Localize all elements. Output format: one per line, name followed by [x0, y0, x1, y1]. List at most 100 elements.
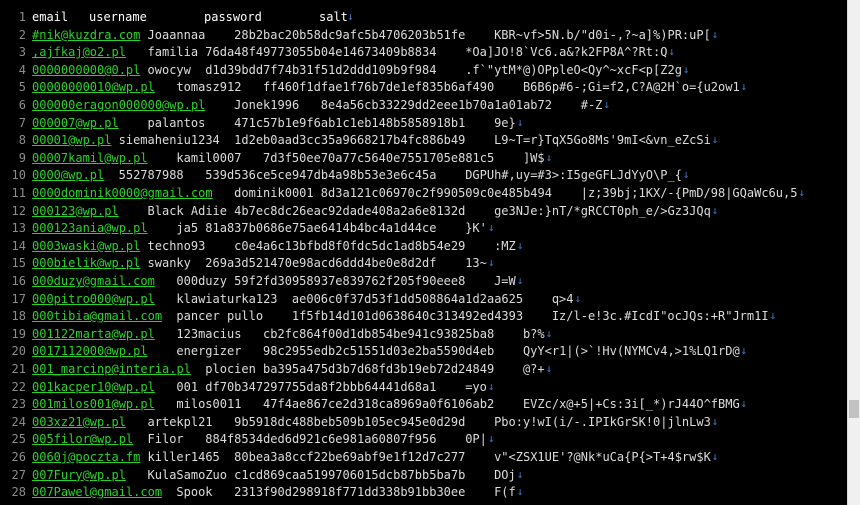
username-cell: siemaheniu1234 — [118, 133, 220, 148]
table-row[interactable]: 15 000bielik@wp.pl swanky 269a3d521470e98ac… — [0, 254, 848, 272]
tab-arrow-icon: ↓ — [347, 10, 354, 23]
table-row[interactable]: 12 000123@wp.pl Black Adiie 4b7ec8dc26eac92… — [0, 202, 848, 220]
email-link[interactable]: 000duzy@gmail.com — [32, 272, 155, 290]
salt-cell: v"<ZSX1UE'?@Nk*uCa{P{>T+4$rw$K — [494, 450, 711, 464]
table-row[interactable]: 20 0017112000@wp.pl energizer 98c2955edb2c5… — [0, 342, 848, 360]
email-link[interactable]: 000123ania@wp.pl — [32, 219, 148, 237]
email-link[interactable]: 0000dominik0000@gmail.com — [32, 184, 213, 202]
line-number: 22 — [11, 379, 26, 394]
email-link[interactable]: 0003waski@wp.pl — [32, 237, 140, 255]
line-number: 28 — [11, 485, 26, 500]
table-row[interactable]: 22 001kacper10@wp.pl 001 df70b347297755da8f… — [0, 378, 848, 396]
line-number: 18 — [11, 309, 26, 324]
text-editor[interactable]: 1 email username password salt ↓ 2 #nik@kuzdra.… — [0, 0, 848, 505]
password-hash-cell: 81a837b0686e75ae6414b4bc4a1d44ce — [205, 221, 437, 236]
email-link[interactable]: 0017112000@wp.pl — [32, 342, 148, 360]
table-row[interactable]: 3 ,ajfkaj@o2.pl familia 76da48f49773055b04e… — [0, 43, 848, 61]
username-cell: swanky — [147, 256, 191, 271]
line-number: 12 — [11, 203, 26, 218]
password-hash-cell: 80bea3a8ccf22be69abf9e1f12d7c277 — [234, 450, 466, 464]
email-link[interactable]: 000bielik@wp.pl — [32, 254, 140, 272]
email-link[interactable]: 0000000000@0.pl — [32, 61, 140, 79]
tab-arrow-icon: ↓ — [574, 291, 582, 305]
table-row[interactable]: 10 0000@wp.pl 552787988 539d536ce5ce947db4a… — [0, 166, 848, 184]
line-number: 10 — [11, 168, 26, 183]
table-row[interactable]: 26 0060j@poczta.fm killer1465 80bea3a8ccf22… — [0, 448, 848, 466]
salt-cell: *Oa]JO!8`Vc6.a&?k2FP8A^?Rt:Q — [465, 45, 668, 60]
line-number: 23 — [11, 397, 26, 412]
salt-cell: ge3NJe:}nT/*gRCCT0ph_e/>Gz3JQq — [494, 203, 711, 218]
password-hash-cell: 884f8534ded6d921c6e981a60807f956 — [205, 432, 437, 447]
email-link[interactable]: 0000@wp.pl — [32, 166, 104, 184]
table-row[interactable]: 25 005filor@wp.pl Filor 884f8534ded6d921c6e… — [0, 430, 848, 448]
vertical-scrollbar[interactable] — [847, 0, 860, 505]
salt-cell: DOj — [494, 467, 516, 482]
email-link[interactable]: 000000eragon000000@wp.pl — [32, 96, 205, 114]
line-number: 17 — [11, 291, 26, 306]
line-number: 7 — [18, 115, 26, 130]
email-link[interactable]: 001_marcinp@interia.pl — [32, 360, 191, 378]
email-link[interactable]: 001kacper10@wp.pl — [32, 378, 155, 396]
email-link[interactable]: 000tibia@gmail.com — [32, 307, 162, 325]
password-hash-cell: 8e4a56cb33229dd2eee1b70a1a01ab72 — [320, 98, 552, 112]
username-cell: owocyw — [147, 62, 191, 77]
table-row[interactable]: 2 #nik@kuzdra.com Joaannaa 28b2bac20b58dc9a… — [0, 26, 848, 44]
email-link[interactable]: 001milos001@wp.pl — [32, 395, 155, 413]
email-link[interactable]: 00007kamil@wp.pl — [32, 149, 148, 167]
password-hash-cell: cb2fc864f00d1db854be941c93825ba8 — [263, 326, 495, 341]
email-link[interactable]: 001122marta@wp.pl — [32, 325, 155, 343]
table-row[interactable]: 11 0000dominik0000@gmail.com dominik0001 8d… — [0, 184, 848, 202]
table-row[interactable]: 4 0000000000@0.pl owocyw d1d39bdd7f74b31f51… — [0, 61, 848, 79]
email-link[interactable]: 000123@wp.pl — [32, 202, 119, 220]
salt-cell: B6B6p#6-;Gi=f2,C?A@2H`o={u2ow1 — [522, 80, 740, 95]
email-link[interactable]: 00001@wp.pl — [32, 131, 111, 149]
table-row[interactable]: 6 000000eragon000000@wp.pl Jonek1996 8e4a56… — [0, 96, 848, 114]
tab-arrow-icon: ↓ — [516, 115, 524, 129]
username-cell: techno93 — [147, 238, 206, 253]
username-cell: pancer pullo — [176, 309, 264, 324]
password-hash-cell: 59f2fd30958937e839762f205f90eee8 — [234, 274, 466, 288]
column-header-email: email — [32, 10, 69, 24]
email-link[interactable]: #nik@kuzdra.com — [32, 26, 140, 44]
email-link[interactable]: 000007@wp.pl — [32, 114, 119, 132]
tab-arrow-icon: ↓ — [769, 309, 777, 323]
table-row[interactable]: 24 003xz21@wp.pl artekpl21 9b5918dc488beb50… — [0, 413, 848, 431]
email-link[interactable]: ,ajfkaj@o2.pl — [32, 43, 126, 61]
salt-cell: 13~ — [465, 256, 487, 271]
table-row[interactable]: 7 000007@wp.pl palantos 471c57b1e9f6ab1c1eb… — [0, 114, 848, 132]
tab-arrow-icon: ↓ — [545, 326, 553, 340]
table-row[interactable]: 16 000duzy@gmail.com 000duzy 59f2fd30958937… — [0, 272, 848, 290]
username-cell: Black Adiie — [147, 203, 227, 218]
table-row[interactable]: 17 000pitro000@wp.pl klawiaturka123 ae006c0… — [0, 290, 848, 308]
email-link[interactable]: 007Pawel@gmail.com — [32, 483, 162, 501]
table-row[interactable]: 8 00001@wp.pl siemaheniu1234 1d2eb0aad3cc35… — [0, 131, 848, 149]
password-hash-cell: 1d2eb0aad3cc35a9668217b4fc886b49 — [234, 133, 466, 148]
table-row[interactable]: 18 000tibia@gmail.com pancer pullo 1f5fb14d… — [0, 307, 848, 325]
table-row[interactable]: 5 00000000010@wp.pl tomasz912 ff460f1dfae1f… — [0, 78, 848, 96]
email-link[interactable]: 0060j@poczta.fm — [32, 448, 140, 466]
column-header-username: username — [89, 10, 147, 24]
scrollbar-thumb[interactable] — [849, 400, 859, 418]
table-row[interactable]: 19 001122marta@wp.pl 123macius cb2fc864f00d… — [0, 325, 848, 343]
email-link[interactable]: 000pitro000@wp.pl — [32, 290, 155, 308]
username-cell: tomasz912 — [176, 80, 242, 95]
email-link[interactable]: 007Fury@wp.pl — [32, 466, 126, 484]
email-link[interactable]: 003xz21@wp.pl — [32, 413, 126, 431]
email-link[interactable]: 005filor@wp.pl — [32, 430, 133, 448]
table-row[interactable]: 21 001_marcinp@interia.pl plocien ba395a475… — [0, 360, 848, 378]
password-hash-cell: 539d536ce5ce947db4a98b53e3e6c45a — [205, 168, 437, 183]
table-row[interactable]: 28 007Pawel@gmail.com Spook 2313f90d298918f… — [0, 483, 848, 501]
table-row[interactable]: 27 007Fury@wp.pl KulaSamoZuo c1cd869caa5199… — [0, 466, 848, 484]
table-row[interactable]: 9 00007kamil@wp.pl kamil0007 7d3f50ee70a77c… — [0, 149, 848, 167]
line-number: 8 — [18, 133, 26, 148]
email-link[interactable]: 00000000010@wp.pl — [32, 78, 155, 96]
column-header-salt: salt — [319, 10, 348, 24]
header-row[interactable]: 1 email username password salt ↓ — [0, 8, 848, 26]
line-number: 6 — [18, 98, 26, 112]
tab-arrow-icon: ↓ — [516, 467, 524, 481]
line-number: 21 — [11, 362, 26, 376]
table-row[interactable]: 14 0003waski@wp.pl techno93 c0e4a6c13bfbd8f… — [0, 237, 848, 255]
tab-arrow-icon: ↓ — [487, 432, 495, 446]
table-row[interactable]: 23 001milos001@wp.pl milos0011 47f4ae867ce2… — [0, 395, 848, 413]
table-row[interactable]: 13 000123ania@wp.pl ja5 81a837b0686e75ae641… — [0, 219, 848, 237]
